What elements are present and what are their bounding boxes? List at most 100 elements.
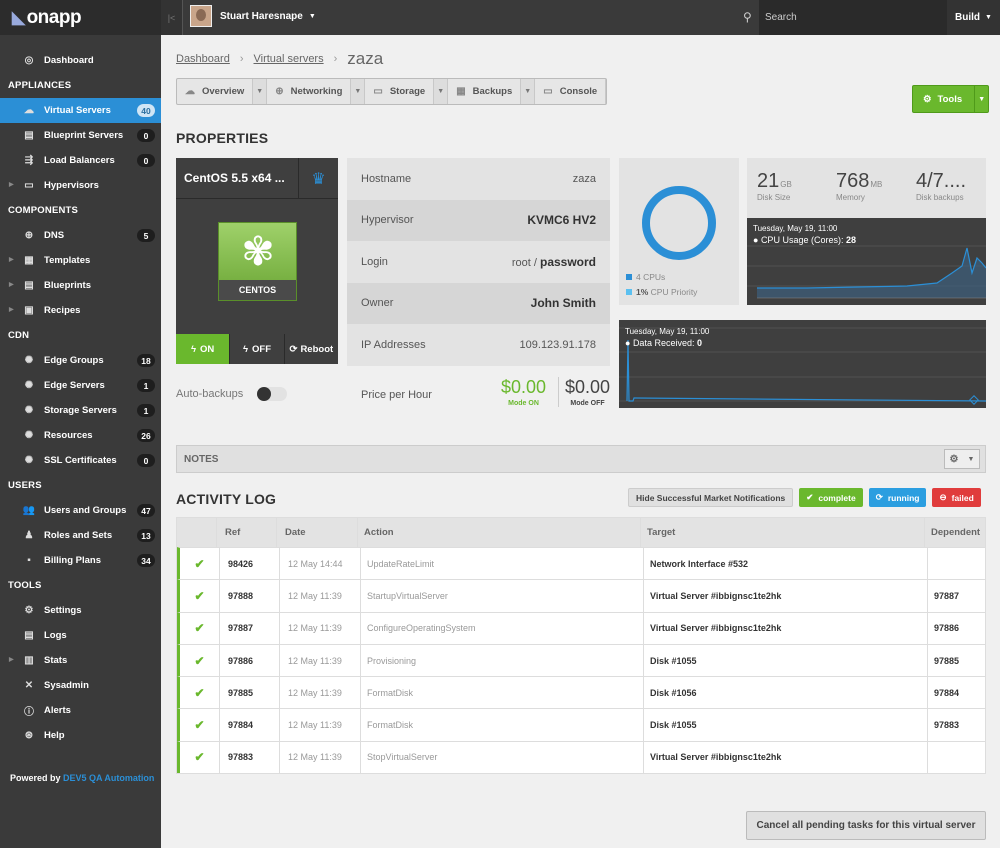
table-row[interactable]: ✔ 97885 12 May 11:39 FormatDisk Disk #1056 97… [177,676,985,709]
notes-panel[interactable]: NOTES ⚙ ▼ [176,445,986,473]
check-icon: ✔ [194,685,205,700]
search-input[interactable]: ⚲ Search [743,0,947,35]
sidebar-item-load-balancers[interactable]: ⇶ Load Balancers 0 [0,148,161,173]
target-cell: Disk #1055 [644,709,928,741]
cancel-pending-tasks-button[interactable]: Cancel all pending tasks for this virtua… [746,811,986,840]
table-row[interactable]: ✔ 98426 12 May 14:44 UpdateRateLimit Network… [177,547,985,580]
onapp-logo-icon: ◣ [12,7,25,27]
powered-by-link[interactable]: DEV5 QA Automation [63,773,154,783]
sidebar-item-resources[interactable]: ✺ Resources 26 [0,423,161,448]
column-dependent[interactable]: Dependent [925,518,985,547]
expand-arrow-icon[interactable]: ▶ [9,306,14,313]
expand-arrow-icon[interactable]: ▶ [9,181,14,188]
notes-settings-button[interactable]: ⚙ ▼ [944,449,980,469]
sidebar-item-edge-servers[interactable]: ✺ Edge Servers 1 [0,373,161,398]
breadcrumb-virtual-servers[interactable]: Virtual servers [254,53,324,65]
stats-panel: 21GB Disk Size 768MB Memory 4/7.... Disk… [747,158,986,305]
status-cell: ✔ [180,741,220,774]
chevron-down-icon: ▼ [985,14,992,21]
tab-backups[interactable]: ▦ Backups [448,79,522,104]
table-row[interactable]: ✔ 97886 12 May 11:39 Provisioning Disk #1055… [177,643,985,677]
expand-arrow-icon[interactable]: ▶ [9,656,14,663]
wrench-icon: ✕ [24,680,34,691]
sidebar-item-dashboard[interactable]: ◎ Dashboard [0,48,161,73]
tab-dropdown-storage[interactable]: ▼ [434,79,449,104]
running-filter-button[interactable]: ⟳ running [868,488,927,507]
tab-networking[interactable]: ⊕ Networking [267,79,352,104]
date-cell: 12 May 11:39 [280,612,361,644]
sidebar-item-templates[interactable]: ▶ ▦ Templates [0,248,161,273]
sidebar-item-blueprints[interactable]: ▶ ▤ Blueprints [0,273,161,298]
reboot-button[interactable]: ⟳ Reboot [285,334,338,364]
blueprint-icon: ▤ [24,130,34,141]
tools-button[interactable]: ⚙ Tools ▼ [912,85,990,113]
table-row[interactable]: ✔ 97883 12 May 11:39 StopVirtualServer Virtu… [177,740,985,774]
hide-market-notifications-button[interactable]: Hide Successful Market Notifications [628,488,794,507]
sidebar-item-stats[interactable]: ▶ ▥ Stats [0,648,161,673]
backups-icon: ▦ [456,86,466,97]
sidebar-item-dns[interactable]: ⊕ DNS 5 [0,223,161,248]
sidebar-item-label: Hypervisors [44,180,99,191]
sidebar-item-users-and-groups[interactable]: 👥 Users and Groups 47 [0,498,161,523]
sidebar-item-alerts[interactable]: ⓘ Alerts [0,698,161,723]
sidebar-item-edge-groups[interactable]: ✺ Edge Groups 18 [0,348,161,373]
power-on-button[interactable]: ϟ ON [176,334,231,364]
tools-main-button[interactable]: ⚙ Tools [913,86,976,112]
logo[interactable]: ◣ onapp [0,0,161,35]
expand-arrow-icon[interactable]: ▶ [9,281,14,288]
column-date[interactable]: Date [277,518,358,547]
column-target[interactable]: Target [641,518,925,547]
tools-dropdown-button[interactable]: ▼ [975,86,988,112]
table-row[interactable]: ✔ 97888 12 May 11:39 StartupVirtualServer Vi… [177,579,985,612]
sidebar-item-storage-servers[interactable]: ✺ Storage Servers 1 [0,398,161,423]
count-badge: 47 [137,504,155,517]
tab-console[interactable]: ▭ Console [535,79,607,104]
sidebar-item-blueprint-servers[interactable]: ▤ Blueprint Servers 0 [0,123,161,148]
sidebar-item-roles-and-sets[interactable]: ♟ Roles and Sets 13 [0,523,161,548]
sidebar-item-logs[interactable]: ▤ Logs [0,623,161,648]
table-row[interactable]: ✔ 97884 12 May 11:39 FormatDisk Disk #1055 97… [177,708,985,741]
sidebar-item-label: Recipes [44,305,81,316]
net-chart-date: Tuesday, May 19, 11:00 [625,327,710,336]
sidebar-section-users: USERS [8,480,42,491]
build-button[interactable]: Build ▼ [947,0,1000,35]
date-cell: 12 May 14:44 [280,548,361,580]
cpu-usage-chart[interactable]: Tuesday, May 19, 11:00 ● CPU Usage (Core… [747,218,986,305]
failed-filter-button[interactable]: ⊖ failed [932,488,981,507]
sidebar-item-virtual-servers[interactable]: ☁ Virtual Servers 40 [0,98,161,123]
sidebar-item-label: Billing Plans [44,555,102,566]
sidebar-item-recipes[interactable]: ▶ ▣ Recipes [0,298,161,323]
tab-dropdown-backups[interactable]: ▼ [521,79,536,104]
sidebar-item-billing-plans[interactable]: ▪ Billing Plans 34 [0,548,161,573]
tab-dropdown-networking[interactable]: ▼ [351,79,366,104]
sidebar-item-sysadmin[interactable]: ✕ Sysadmin [0,673,161,698]
table-row[interactable]: ✔ 97887 12 May 11:39 ConfigureOperatingSyst… [177,611,985,644]
sidebar-section-tools: TOOLS [8,580,42,591]
sidebar-item-settings[interactable]: ⚙ Settings [0,598,161,623]
expand-arrow-icon[interactable]: ▶ [9,256,14,263]
complete-filter-button[interactable]: ✔ complete [799,488,863,507]
sidebar-item-hypervisors[interactable]: ▶ ▭ Hypervisors [0,173,161,198]
table-header: Ref Date Action Target Dependent [177,518,985,547]
breadcrumb-dashboard[interactable]: Dashboard [176,53,230,65]
sidebar-toggle-icon[interactable]: |< [161,0,183,35]
edge-groups-icon: ✺ [24,355,34,366]
avatar [190,5,212,27]
tab-storage[interactable]: ▭ Storage [365,79,435,104]
sidebar-item-ssl-certificates[interactable]: ✺ SSL Certificates 0 [0,448,161,473]
check-icon: ✔ [194,750,205,765]
user-menu[interactable]: Stuart Haresnape ▼ [190,5,316,27]
stats-icon: ▥ [24,655,34,666]
search-icon[interactable]: ⚲ [743,10,752,24]
sidebar-item-help[interactable]: ⊛ Help [0,723,161,748]
price-per-hour: Price per Hour $0.00 Mode ON $0.00 Mode OF… [361,377,611,407]
column-action[interactable]: Action [358,518,641,547]
data-received-chart[interactable]: Tuesday, May 19, 11:00 ● Data Received: … [619,320,986,408]
tab-overview[interactable]: ☁ Overview [177,79,254,104]
prop-owner: Owner John Smith [347,282,610,324]
power-off-button[interactable]: ϟ OFF [230,334,285,364]
column-ref[interactable]: Ref [217,518,277,547]
tab-dropdown-overview[interactable]: ▼ [253,79,268,104]
auto-backups-toggle[interactable] [257,387,288,401]
dependent-cell: 97883 [934,720,960,731]
